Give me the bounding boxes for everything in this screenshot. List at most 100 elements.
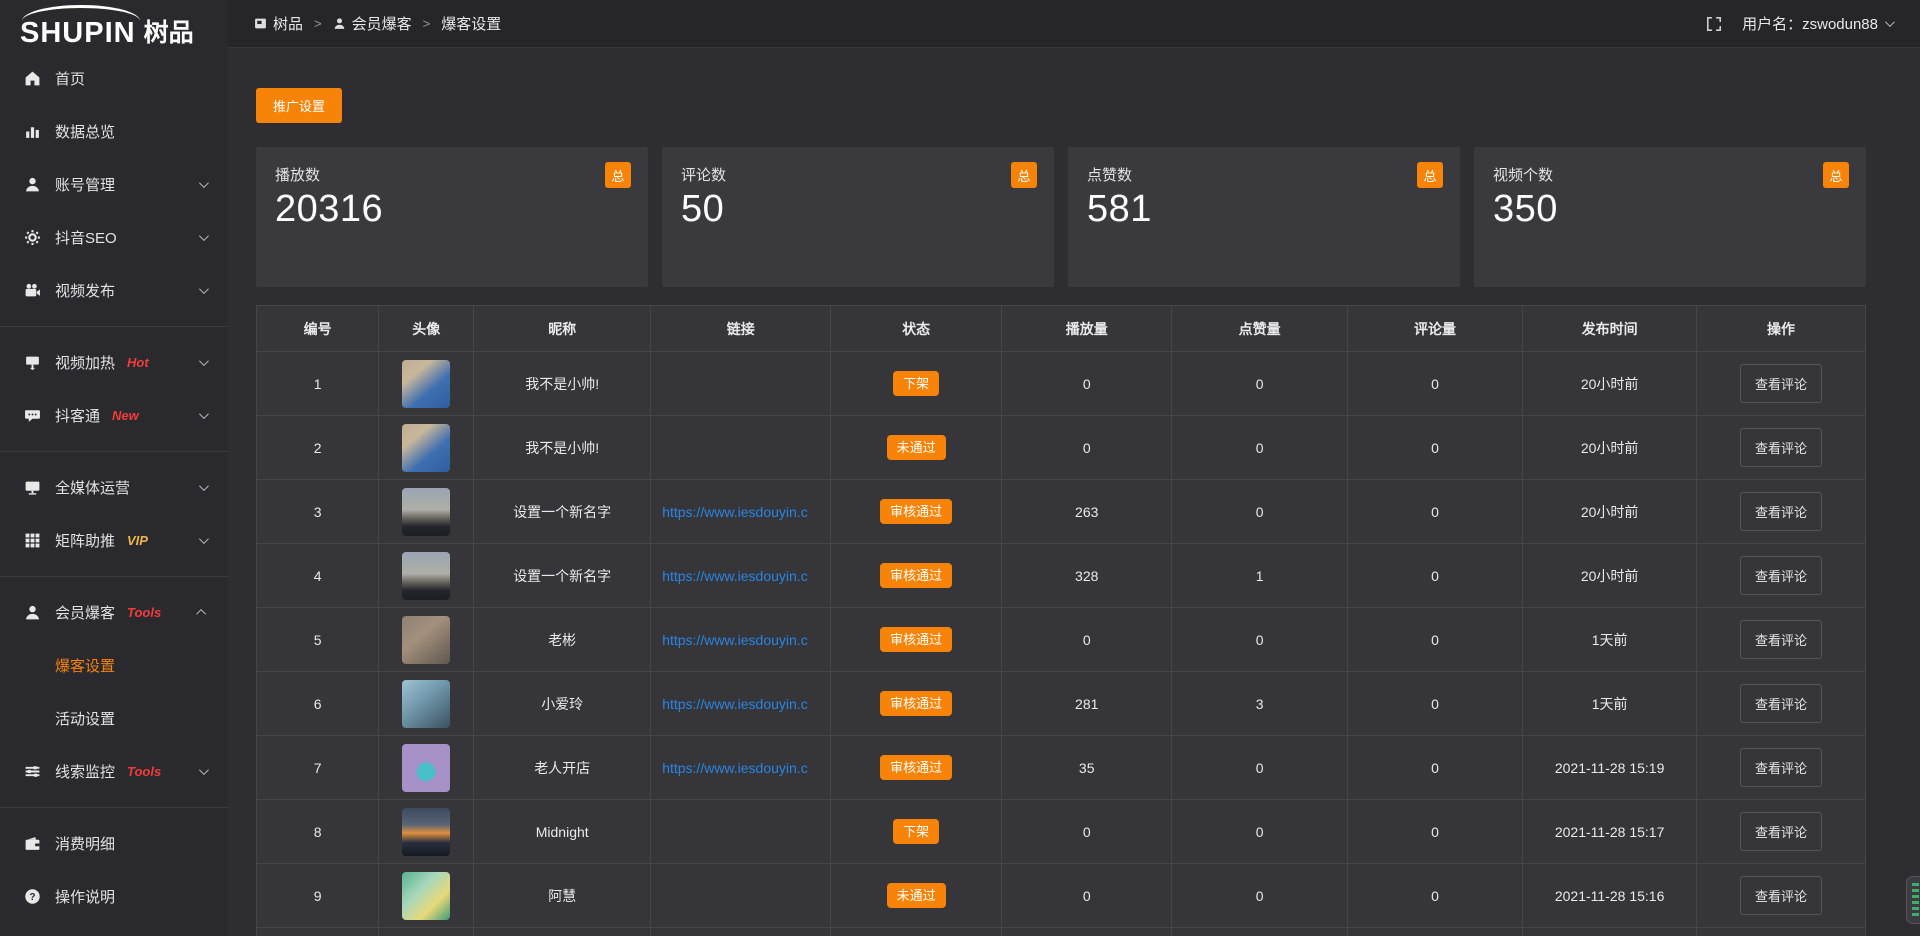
status-badge: 审核通过 xyxy=(880,691,952,716)
cell-time: 2021-11-28 15:19 xyxy=(1523,736,1697,800)
sidebar-item-member-baoke[interactable]: 会员爆客 Tools xyxy=(0,586,228,639)
sidebar-item-lead-monitoring[interactable]: 线索监控 Tools xyxy=(0,745,228,798)
sidebar-item-label: 抖客通 xyxy=(55,405,100,426)
cell-action xyxy=(1697,928,1866,936)
column-header-plays: 播放量 xyxy=(1001,306,1172,352)
view-comments-button[interactable]: 查看评论 xyxy=(1740,620,1822,659)
cell-likes: 0 xyxy=(1172,608,1347,672)
tools-badge: Tools xyxy=(127,764,161,779)
avatar-image xyxy=(402,680,450,728)
sidebar-item-consumption-details[interactable]: 消费明细 xyxy=(0,817,228,870)
sidebar-item-douyin-seo[interactable]: 抖音SEO xyxy=(0,211,228,264)
cell-plays: 328 xyxy=(1001,544,1172,608)
sidebar-item-data-overview[interactable]: 数据总览 xyxy=(0,105,228,158)
sidebar-item-doketong[interactable]: 抖客通 New xyxy=(0,389,228,442)
column-header-actions: 操作 xyxy=(1697,306,1866,352)
fullscreen-icon[interactable] xyxy=(1706,16,1722,32)
app-logo: SHUPIN 树品 xyxy=(0,0,228,52)
cell-nickname: 老彬 xyxy=(474,608,651,672)
avatar-image xyxy=(402,488,450,536)
sidebar-item-account-management[interactable]: 账号管理 xyxy=(0,158,228,211)
cell-comments: 0 xyxy=(1347,672,1522,736)
cell-index: 9 xyxy=(257,864,379,928)
promo-settings-button[interactable]: 推广设置 xyxy=(256,88,342,123)
cell-comments xyxy=(1347,928,1522,936)
cell-avatar xyxy=(379,480,474,544)
cell-action: 查看评论 xyxy=(1697,480,1866,544)
status-badge: 审核通过 xyxy=(880,499,952,524)
view-comments-button[interactable]: 查看评论 xyxy=(1740,556,1822,595)
view-comments-button[interactable]: 查看评论 xyxy=(1740,812,1822,851)
chat-widget-bars xyxy=(1912,883,1919,917)
view-comments-button[interactable]: 查看评论 xyxy=(1740,748,1822,787)
column-header-status: 状态 xyxy=(831,306,1002,352)
sidebar-item-label: 矩阵助推 xyxy=(55,530,115,551)
cell-action: 查看评论 xyxy=(1697,672,1866,736)
view-comments-button[interactable]: 查看评论 xyxy=(1740,876,1822,915)
view-comments-button[interactable]: 查看评论 xyxy=(1740,364,1822,403)
sidebar-item-home[interactable]: 首页 xyxy=(0,52,228,105)
breadcrumb-item-current: 爆客设置 xyxy=(441,13,501,34)
cell-plays: 281 xyxy=(1001,672,1172,736)
cell-action: 查看评论 xyxy=(1697,352,1866,416)
sidebar-item-video-heating[interactable]: 视频加热 Hot xyxy=(0,336,228,389)
cell-link xyxy=(651,864,831,928)
cell-comments: 0 xyxy=(1347,352,1522,416)
column-header-link: 链接 xyxy=(651,306,831,352)
hot-badge: Hot xyxy=(127,355,149,370)
table-row: 6小爱玲https://www.iesdouyin.c审核通过281301天前查… xyxy=(257,672,1866,736)
sidebar-item-label: 爆客设置 xyxy=(55,655,115,676)
cell-time: 20小时前 xyxy=(1523,480,1697,544)
video-link[interactable]: https://www.iesdouyin.c xyxy=(662,632,808,648)
video-link[interactable]: https://www.iesdouyin.c xyxy=(662,760,808,776)
sidebar-item-matrix-boost[interactable]: 矩阵助推 VIP xyxy=(0,514,228,567)
cell-likes: 0 xyxy=(1172,352,1347,416)
cell-avatar xyxy=(379,544,474,608)
cell-status: 未通过 xyxy=(831,864,1002,928)
cell-comments: 0 xyxy=(1347,608,1522,672)
cell-nickname: Midnight xyxy=(474,800,651,864)
breadcrumb-item-home[interactable]: 树品 xyxy=(254,13,303,34)
view-comments-button[interactable]: 查看评论 xyxy=(1740,428,1822,467)
video-link[interactable]: https://www.iesdouyin.c xyxy=(662,696,808,712)
chevron-up-icon xyxy=(196,609,206,619)
cell-likes: 1 xyxy=(1172,544,1347,608)
cell-status: 审核通过 xyxy=(831,544,1002,608)
view-comments-button[interactable]: 查看评论 xyxy=(1740,684,1822,723)
cell-time: 1天前 xyxy=(1523,608,1697,672)
sidebar-item-operation-guide[interactable]: ? 操作说明 xyxy=(0,870,228,923)
cell-nickname: 设置一个新名字 xyxy=(474,480,651,544)
cell-link xyxy=(651,928,831,936)
cell-time: 20小时前 xyxy=(1523,352,1697,416)
status-badge: 下架 xyxy=(893,819,939,844)
cell-status: 审核通过 xyxy=(831,736,1002,800)
sidebar-item-omnimedia-operation[interactable]: 全媒体运营 xyxy=(0,461,228,514)
breadcrumb-item-member-baoke[interactable]: 会员爆客 xyxy=(333,13,412,34)
cell-nickname: 阿慧 xyxy=(474,864,651,928)
cell-action: 查看评论 xyxy=(1697,608,1866,672)
question-circle-icon: ? xyxy=(24,888,41,905)
cell-action: 查看评论 xyxy=(1697,544,1866,608)
sliders-icon xyxy=(24,763,41,780)
cell-status: 未通过 xyxy=(831,416,1002,480)
cell-nickname: 老人开店 xyxy=(474,736,651,800)
sidebar-subitem-activity-settings[interactable]: 活动设置 xyxy=(0,692,228,745)
view-comments-button[interactable]: 查看评论 xyxy=(1740,492,1822,531)
video-link[interactable]: https://www.iesdouyin.c xyxy=(662,568,808,584)
sidebar: SHUPIN 树品 首页 数据总览 账号管理 抖音SEO 视频发布 视频加热 H… xyxy=(0,0,228,936)
user-menu[interactable]: 用户名：zswodun88 xyxy=(1742,13,1892,34)
sidebar-subitem-baoke-settings[interactable]: 爆客设置 xyxy=(0,639,228,692)
topbar: 树品 > 会员爆客 > 爆客设置 用户名：zswodun88 xyxy=(228,0,1920,48)
cell-index: 5 xyxy=(257,608,379,672)
chevron-down-icon xyxy=(199,356,209,366)
chevron-down-icon xyxy=(199,765,209,775)
svg-text:?: ? xyxy=(29,892,35,903)
cell-status: 下架 xyxy=(831,352,1002,416)
video-link[interactable]: https://www.iesdouyin.c xyxy=(662,504,808,520)
cell-index: 4 xyxy=(257,544,379,608)
cell-likes: 0 xyxy=(1172,736,1347,800)
sidebar-item-label: 首页 xyxy=(55,68,85,89)
chat-widget[interactable] xyxy=(1906,876,1920,924)
sidebar-item-video-publish[interactable]: 视频发布 xyxy=(0,264,228,317)
cell-nickname xyxy=(474,928,651,936)
